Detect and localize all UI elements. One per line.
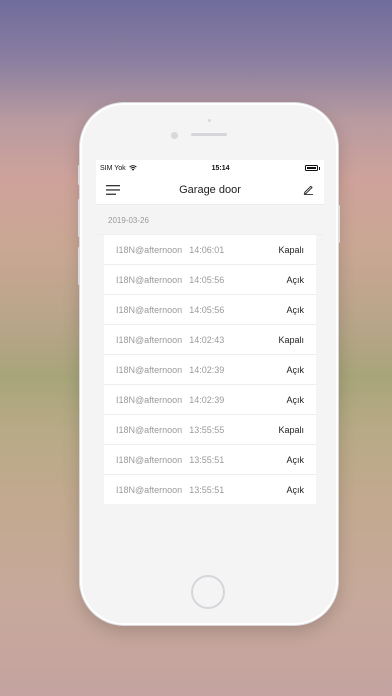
list-item[interactable]: I18N@afternoon 13:55:51 Açık bbox=[104, 445, 316, 475]
volume-up-button bbox=[78, 199, 80, 237]
list-item[interactable]: I18N@afternoon 14:02:39 Açık bbox=[104, 385, 316, 415]
wifi-icon bbox=[128, 165, 137, 171]
entry-state: Kapalı bbox=[278, 424, 304, 435]
list-item[interactable]: I18N@afternoon 14:06:01 Kapalı bbox=[104, 235, 316, 265]
entry-info: I18N@afternoon 13:55:51 bbox=[116, 485, 224, 495]
screen: SIM Yok 15:14 Garage door 2019-03-26 I18… bbox=[96, 160, 324, 565]
edit-icon[interactable] bbox=[303, 184, 314, 195]
date-header: 2019-03-26 bbox=[96, 208, 324, 235]
entry-info: I18N@afternoon 14:02:39 bbox=[116, 395, 224, 405]
list-item[interactable]: I18N@afternoon 14:05:56 Açık bbox=[104, 265, 316, 295]
status-time: 15:14 bbox=[211, 164, 230, 172]
entry-user: I18N@afternoon bbox=[116, 484, 183, 495]
carrier-label: SIM Yok bbox=[100, 164, 126, 172]
nav-bar: Garage door bbox=[96, 176, 324, 205]
entry-state: Açık bbox=[286, 454, 304, 465]
list-item[interactable]: I18N@afternoon 14:05:56 Açık bbox=[104, 295, 316, 325]
entry-user: I18N@afternoon bbox=[116, 304, 183, 315]
entry-time: 14:05:56 bbox=[189, 304, 225, 315]
power-button bbox=[338, 205, 340, 243]
log-list: 2019-03-26 I18N@afternoon 14:06:01 Kapalı I… bbox=[96, 204, 324, 504]
entry-info: I18N@afternoon 13:55:51 bbox=[116, 455, 224, 465]
entry-time: 14:02:39 bbox=[189, 364, 225, 375]
entry-info: I18N@afternoon 13:55:55 bbox=[116, 425, 224, 435]
entry-state: Açık bbox=[286, 364, 304, 375]
phone-frame: SIM Yok 15:14 Garage door 2019-03-26 I18… bbox=[78, 103, 340, 625]
mute-switch bbox=[78, 165, 80, 185]
entry-time: 14:02:39 bbox=[189, 394, 225, 405]
entry-state: Açık bbox=[286, 304, 304, 315]
volume-down-button bbox=[78, 247, 80, 285]
entry-user: I18N@afternoon bbox=[116, 424, 183, 435]
list-item[interactable]: I18N@afternoon 14:02:43 Kapalı bbox=[104, 325, 316, 355]
entry-time: 13:55:51 bbox=[189, 484, 225, 495]
entry-user: I18N@afternoon bbox=[116, 334, 183, 345]
battery-tip bbox=[318, 166, 320, 170]
battery-icon bbox=[304, 165, 318, 171]
entry-state: Açık bbox=[286, 394, 304, 405]
entry-time: 13:55:51 bbox=[189, 454, 225, 465]
list-item[interactable]: I18N@afternoon 14:02:39 Açık bbox=[104, 355, 316, 385]
list-item[interactable]: I18N@afternoon 13:55:55 Kapalı bbox=[104, 415, 316, 445]
entry-user: I18N@afternoon bbox=[116, 454, 183, 465]
entry-state: Açık bbox=[286, 484, 304, 495]
entry-info: I18N@afternoon 14:02:39 bbox=[116, 365, 224, 375]
entry-user: I18N@afternoon bbox=[116, 394, 183, 405]
entry-info: I18N@afternoon 14:05:56 bbox=[116, 305, 224, 315]
entry-info: I18N@afternoon 14:06:01 bbox=[116, 245, 224, 255]
front-camera bbox=[171, 132, 178, 139]
entry-user: I18N@afternoon bbox=[116, 244, 183, 255]
entry-time: 14:02:43 bbox=[189, 334, 225, 345]
entry-user: I18N@afternoon bbox=[116, 364, 183, 375]
entry-info: I18N@afternoon 14:05:56 bbox=[116, 275, 224, 285]
entry-time: 13:55:55 bbox=[189, 424, 225, 435]
entry-time: 14:06:01 bbox=[189, 244, 225, 255]
entry-state: Kapalı bbox=[278, 244, 304, 255]
list-item[interactable]: I18N@afternoon 13:55:51 Açık bbox=[104, 475, 316, 504]
status-bar: SIM Yok 15:14 bbox=[96, 160, 324, 176]
status-right bbox=[304, 165, 320, 171]
sensor bbox=[208, 119, 211, 122]
menu-icon[interactable] bbox=[106, 185, 120, 195]
status-left: SIM Yok bbox=[100, 165, 137, 172]
page-title: Garage door bbox=[179, 184, 241, 196]
entry-state: Açık bbox=[286, 274, 304, 285]
entry-info: I18N@afternoon 14:02:43 bbox=[116, 335, 224, 345]
log-card: I18N@afternoon 14:06:01 Kapalı I18N@afterno… bbox=[104, 235, 316, 504]
entry-state: Kapalı bbox=[278, 334, 304, 345]
home-button[interactable] bbox=[191, 575, 225, 609]
entry-user: I18N@afternoon bbox=[116, 274, 183, 285]
earpiece-speaker bbox=[191, 133, 227, 136]
entry-time: 14:05:56 bbox=[189, 274, 225, 285]
